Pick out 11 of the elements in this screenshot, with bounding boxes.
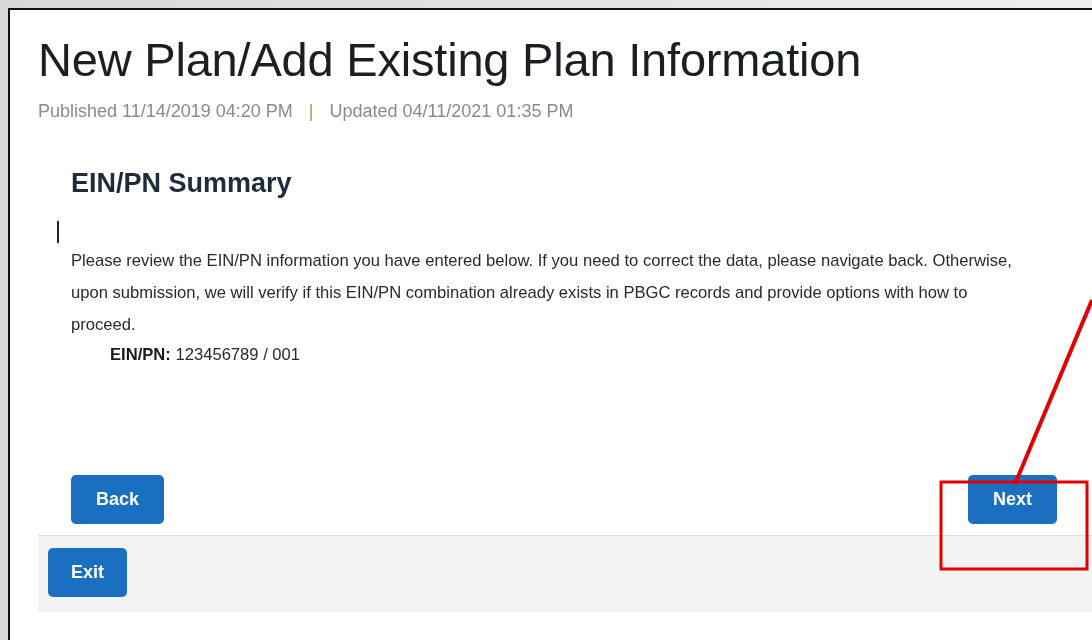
- exit-button[interactable]: Exit: [48, 548, 127, 597]
- updated-date: Updated 04/11/2021 01:35 PM: [329, 101, 574, 122]
- text-cursor: [57, 221, 59, 243]
- instructions-paragraph: Please review the EIN/PN information you have entered below. If you need to correct the data, please navigate back. Otherwise, upon submission, we will verify if this EIN/PN combination already exists in PBGC records and provide options with how to proceed.: [71, 250, 1013, 336]
- published-date: Published 11/14/2019 04:20 PM: [38, 101, 293, 122]
- next-button[interactable]: Next: [968, 475, 1057, 524]
- section-heading: EIN/PN Summary: [71, 168, 293, 199]
- separator: |: [308, 101, 314, 122]
- back-button[interactable]: Back: [71, 475, 165, 524]
- page-title: New Plan/Add Existing Plan Information: [37, 32, 863, 87]
- ein-pn-field: EIN/PN: 123456789 / 001: [71, 341, 1021, 369]
